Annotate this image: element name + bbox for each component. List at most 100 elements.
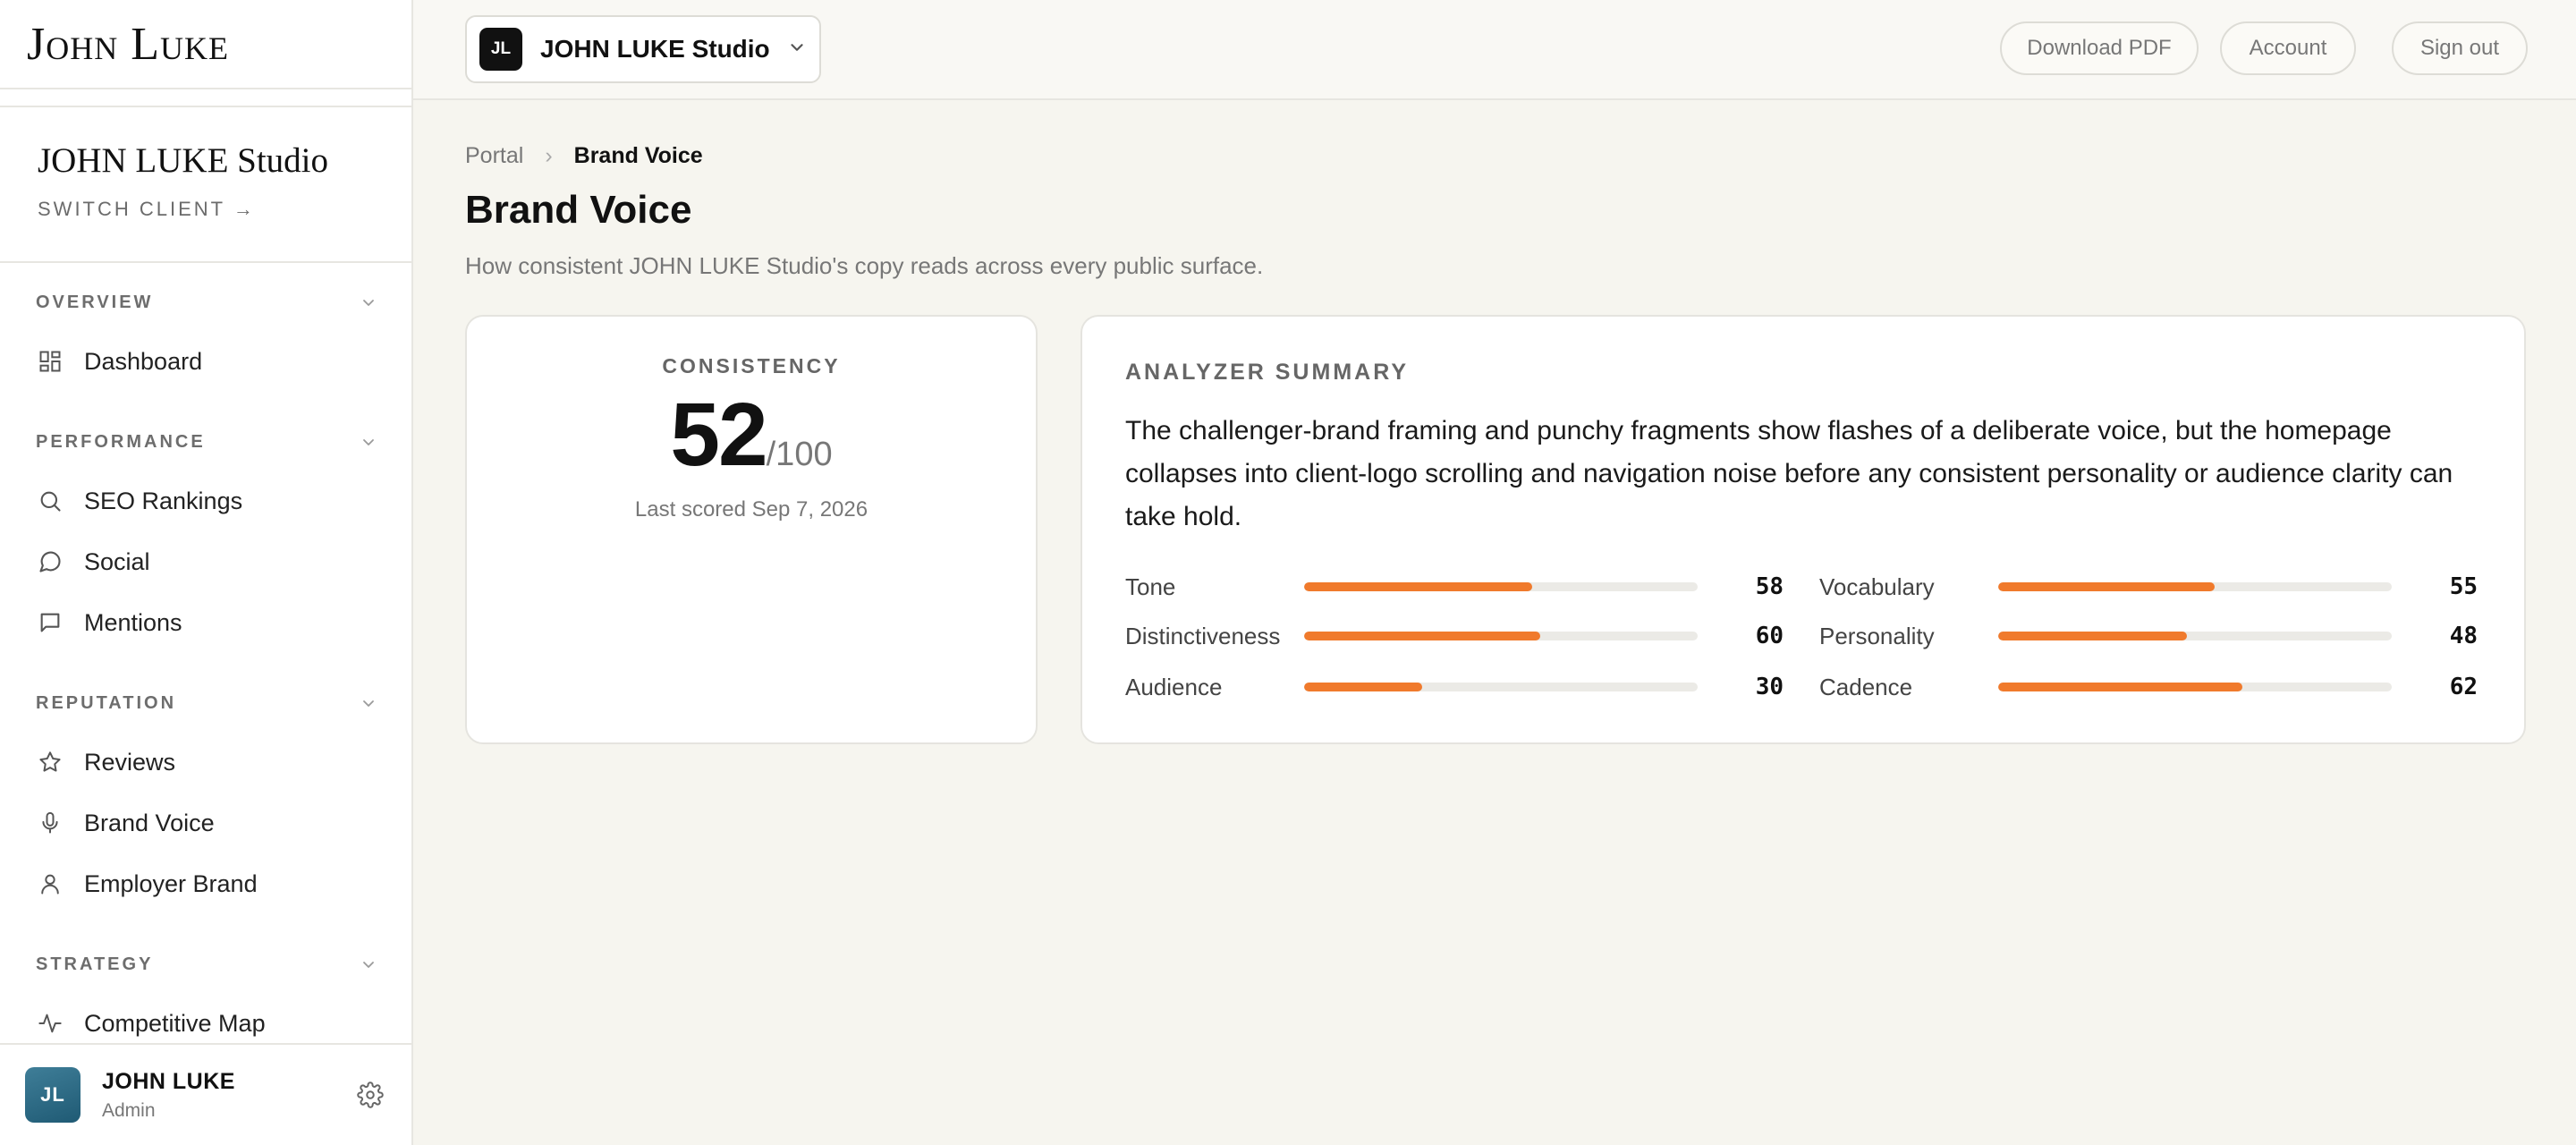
nav-section-title: STRATEGY [36, 954, 154, 974]
avatar[interactable]: JL [25, 1067, 80, 1123]
metric-bar-fill [1304, 683, 1422, 691]
sidebar-item-employer-brand[interactable]: Employer Brand [0, 853, 411, 914]
user-icon [36, 869, 64, 898]
nav-section-overview[interactable]: OVERVIEW [0, 274, 411, 331]
switch-client-link[interactable]: SWITCH CLIENT → [38, 198, 411, 221]
nav-section-reputation[interactable]: REPUTATION [0, 674, 411, 732]
metric-personality: Personality 48 [1819, 618, 2478, 654]
metric-value: 48 [2449, 623, 2478, 649]
sidebar-item-seo-rankings[interactable]: SEO Rankings [0, 471, 411, 531]
sidebar-item-label: Reviews [84, 748, 176, 776]
page-subtitle: How consistent JOHN LUKE Studio's copy r… [465, 252, 1264, 279]
score-max: /100 [766, 436, 833, 473]
account-button[interactable]: Account [2220, 21, 2356, 75]
metric-distinctiveness: Distinctiveness 60 [1125, 618, 1784, 654]
sidebar-item-mentions[interactable]: Mentions [0, 592, 411, 653]
client-switcher-dropdown[interactable]: JL JOHN LUKE Studio [465, 15, 821, 83]
sidebar-nav: OVERVIEW Dashboard PERFORMANCE SEO Ranki… [0, 274, 411, 1054]
sidebar-item-reviews[interactable]: Reviews [0, 732, 411, 793]
metric-bar-fill [1998, 683, 2242, 691]
metric-bar [1304, 683, 1698, 691]
chevron-down-icon [361, 957, 376, 971]
client-switcher-label: JOHN LUKE Studio [540, 35, 770, 63]
brand-logo[interactable]: John Luke [27, 18, 229, 71]
metric-value: 30 [1755, 674, 1784, 700]
sidebar-item-label: Mentions [84, 608, 182, 636]
user-info: JOHN LUKE Admin [102, 1069, 354, 1122]
nav-section-performance[interactable]: PERFORMANCE [0, 413, 411, 471]
metric-tone: Tone 58 [1125, 569, 1784, 605]
nav-section-title: REPUTATION [36, 692, 177, 713]
metric-value: 60 [1755, 623, 1784, 649]
metric-label: Audience [1125, 673, 1223, 700]
message-square-icon [36, 608, 64, 637]
metric-label: Vocabulary [1819, 572, 1935, 600]
sidebar-item-label: Competitive Map [84, 1009, 266, 1037]
sidebar-item-label: Social [84, 547, 150, 575]
metric-bar [1304, 582, 1698, 591]
chevron-down-icon [361, 696, 376, 710]
metric-label: Tone [1125, 572, 1176, 600]
nav-section-strategy[interactable]: STRATEGY [0, 936, 411, 993]
breadcrumb: Portal › Brand Voice [465, 143, 703, 169]
last-scored-date: Last scored Sep 7, 2026 [634, 497, 869, 522]
client-block: JOHN LUKE Studio SWITCH CLIENT → [0, 106, 411, 263]
sidebar-item-label: Brand Voice [84, 809, 215, 836]
sidebar-item-dashboard[interactable]: Dashboard [0, 331, 411, 392]
metric-bar [1304, 632, 1698, 640]
sidebar: John Luke JOHN LUKE Studio SWITCH CLIENT… [0, 0, 413, 1145]
analyzer-summary-label: ANALYZER SUMMARY [1125, 360, 1409, 385]
switch-client-label: SWITCH CLIENT → [38, 198, 256, 220]
metric-label: Cadence [1819, 673, 1913, 700]
sidebar-item-social[interactable]: Social [0, 531, 411, 592]
metric-bar-fill [1998, 582, 2215, 591]
analyzer-summary-text: The challenger-brand framing and punchy … [1125, 416, 2453, 531]
metric-bar-fill [1304, 632, 1540, 640]
metric-bar [1998, 632, 2392, 640]
metric-label: Personality [1819, 622, 1935, 649]
client-name: JOHN LUKE Studio [38, 141, 329, 180]
sidebar-item-brand-voice[interactable]: Brand Voice [0, 793, 411, 853]
user-name: JOHN LUKE [102, 1068, 235, 1094]
sidebar-item-label: Employer Brand [84, 869, 258, 897]
sign-out-button[interactable]: Sign out [2392, 21, 2528, 75]
metric-value: 58 [1755, 573, 1784, 600]
page-title: Brand Voice [465, 188, 692, 232]
logo-row: John Luke [0, 0, 411, 89]
metric-value: 62 [2449, 674, 2478, 700]
chevron-down-icon [361, 295, 376, 310]
sidebar-item-label: SEO Rankings [84, 487, 243, 514]
consistency-card [465, 315, 1038, 744]
metric-bar [1998, 582, 2392, 591]
chevron-down-icon [361, 435, 376, 449]
metric-value: 55 [2449, 573, 2478, 600]
metric-bar-fill [1998, 632, 2188, 640]
metric-bar-fill [1304, 582, 1533, 591]
metric-cadence: Cadence 62 [1819, 669, 2478, 705]
breadcrumb-current: Brand Voice [573, 143, 703, 168]
nav-section-title: PERFORMANCE [36, 431, 206, 452]
consistency-score: 52/100 [465, 390, 1038, 479]
chat-bubble-icon [36, 547, 64, 576]
breadcrumb-separator: › [545, 143, 553, 168]
grid-icon [36, 347, 64, 376]
metric-audience: Audience 30 [1125, 669, 1784, 705]
user-role: Admin [102, 1099, 156, 1121]
metric-label: Distinctiveness [1125, 622, 1281, 649]
metric-vocabulary: Vocabulary 55 [1819, 569, 2478, 605]
download-pdf-button[interactable]: Download PDF [2000, 21, 2199, 75]
chevron-down-icon [787, 38, 807, 62]
score-value: 52 [670, 385, 767, 485]
search-icon [36, 487, 64, 515]
metric-bar [1998, 683, 2392, 691]
sidebar-item-label: Dashboard [84, 347, 203, 375]
star-icon [36, 748, 64, 776]
activity-icon [36, 1009, 64, 1038]
microphone-icon [36, 809, 64, 837]
client-badge: JL [479, 28, 522, 71]
consistency-label: CONSISTENCY [662, 354, 841, 377]
user-profile: JL JOHN LUKE Admin [0, 1043, 411, 1145]
breadcrumb-root-link[interactable]: Portal [465, 143, 523, 169]
gear-icon[interactable] [354, 1079, 386, 1111]
nav-section-title: OVERVIEW [36, 292, 154, 312]
